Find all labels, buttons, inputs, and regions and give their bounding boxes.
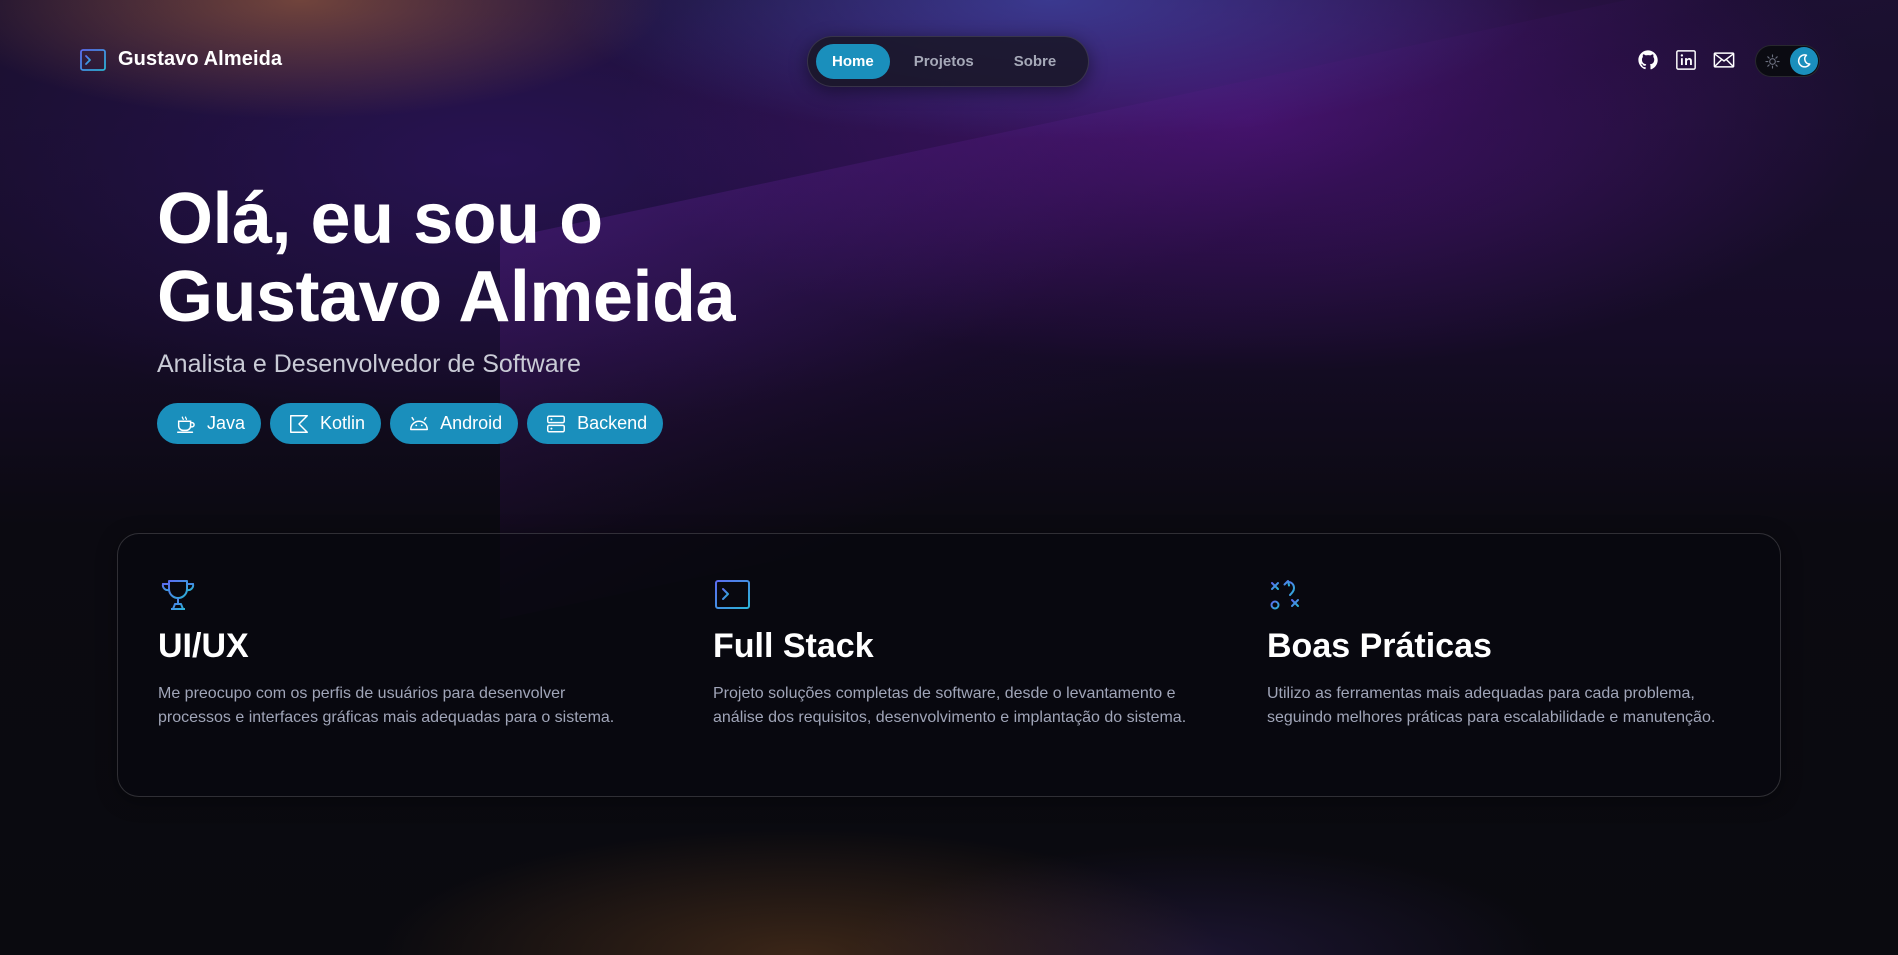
- feature-title: UI/UX: [158, 627, 249, 665]
- site-header: Gustavo Almeida Home Projetos Sobre: [0, 0, 1898, 120]
- feature-title: Full Stack: [713, 627, 874, 665]
- brand-logo[interactable]: Gustavo Almeida: [80, 48, 282, 71]
- hero-subtitle: Analista e Desenvolvedor de Software: [157, 350, 581, 378]
- moon-icon: [1797, 54, 1811, 68]
- hero-title-line-1: Olá, eu sou o: [157, 179, 603, 259]
- social-links: [1637, 49, 1735, 71]
- terminal-icon: [715, 580, 750, 609]
- server-icon: [547, 414, 566, 433]
- chip-label: Backend: [577, 413, 648, 433]
- chip-label: Java: [207, 413, 246, 433]
- chip-kotlin[interactable]: Kotlin: [270, 403, 382, 444]
- github-link[interactable]: [1637, 49, 1659, 71]
- skill-chips: Java Kotlin Android Backend: [157, 403, 1057, 444]
- feature-description: Me preocupo com os perfis de usuários pa…: [158, 685, 615, 726]
- theme-toggle-knob: [1790, 47, 1818, 75]
- feature-full-stack: Full Stack Projeto soluções completas de…: [713, 578, 1193, 730]
- hero-title: Olá, eu sou o Gustavo Almeida: [157, 180, 1057, 336]
- hero-section: Olá, eu sou o Gustavo Almeida Analista e…: [157, 180, 1057, 444]
- theme-toggle[interactable]: [1755, 45, 1820, 77]
- main-nav: Home Projetos Sobre: [807, 36, 1089, 87]
- email-link[interactable]: [1713, 49, 1735, 71]
- sun-icon: [1765, 54, 1780, 69]
- nav-item-sobre[interactable]: Sobre: [998, 44, 1073, 79]
- hero-title-line-2: Gustavo Almeida: [157, 257, 736, 337]
- android-icon: [410, 416, 429, 430]
- linkedin-icon: [1676, 50, 1696, 70]
- feature-description: Utilizo as ferramentas mais adequadas pa…: [1267, 685, 1716, 726]
- nav-item-home[interactable]: Home: [816, 44, 890, 79]
- trophy-icon: [161, 580, 195, 610]
- strategy-icon: [1270, 580, 1299, 610]
- nav-item-projetos[interactable]: Projetos: [898, 44, 990, 79]
- chip-label: Kotlin: [320, 413, 366, 433]
- feature-boas-praticas: Boas Práticas Utilizo as ferramentas mai…: [1267, 578, 1747, 730]
- mail-icon: [1713, 52, 1735, 68]
- chip-label: Android: [440, 413, 503, 433]
- chip-android[interactable]: Android: [390, 403, 519, 444]
- brand-name: Gustavo Almeida: [118, 48, 283, 70]
- terminal-icon: [80, 48, 106, 71]
- feature-title: Boas Práticas: [1267, 627, 1492, 665]
- kotlin-icon: [290, 414, 309, 433]
- feature-description: Projeto soluções completas de software, …: [713, 685, 1187, 726]
- chip-backend[interactable]: Backend: [527, 403, 664, 444]
- chip-java[interactable]: Java: [157, 403, 262, 444]
- features-card: UI/UX Me preocupo com os perfis de usuár…: [117, 533, 1781, 797]
- feature-ui-ux: UI/UX Me preocupo com os perfis de usuár…: [158, 578, 638, 730]
- github-icon: [1638, 50, 1658, 70]
- coffee-cup-icon: [177, 415, 195, 433]
- linkedin-link[interactable]: [1675, 49, 1697, 71]
